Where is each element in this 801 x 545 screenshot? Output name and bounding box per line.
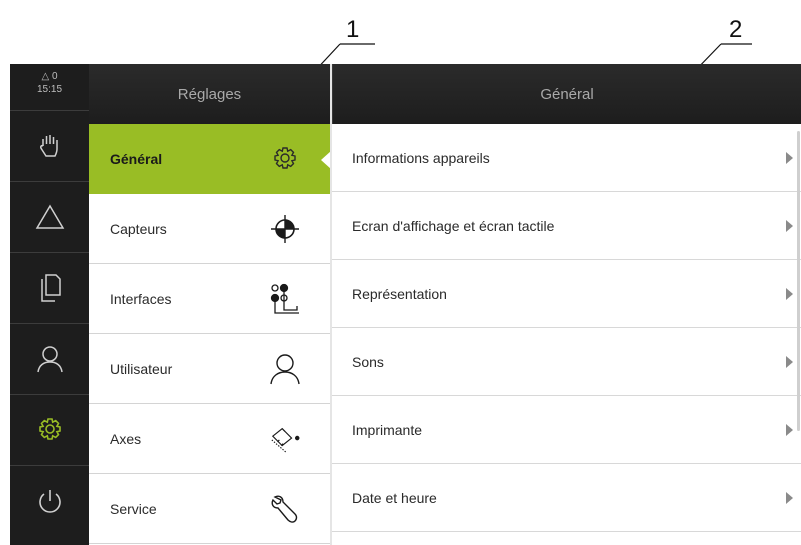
menu-item-label: Informations appareils (352, 149, 490, 166)
general-settings-column: Général Informations appareils Ecran d'a… (332, 64, 801, 545)
category-label: Capteurs (110, 220, 167, 237)
menu-item-representation[interactable]: Représentation (332, 260, 801, 328)
menu-item-label: Date et heure (352, 489, 437, 506)
menu-item-ecran-affichage[interactable]: Ecran d'affichage et écran tactile (332, 192, 801, 260)
document-icon (40, 274, 61, 302)
chevron-right-icon (786, 491, 793, 504)
hand-icon (39, 135, 58, 157)
status-area: △ 0 15:15 (10, 64, 89, 111)
menu-item-informations-appareils[interactable]: Informations appareils (332, 124, 801, 192)
category-label: Service (110, 500, 157, 517)
category-axes[interactable]: Axes (89, 404, 330, 474)
category-label: Interfaces (110, 290, 172, 307)
rail-manual-mode-button[interactable] (10, 111, 89, 182)
category-general[interactable]: Général (89, 124, 331, 194)
category-utilisateur[interactable]: Utilisateur (89, 334, 330, 404)
category-label: Utilisateur (110, 360, 173, 377)
power-icon (38, 489, 61, 513)
category-interfaces[interactable]: Interfaces (89, 264, 330, 334)
settings-category-column: Réglages Général Capteurs Interfaces Uti… (89, 64, 331, 545)
menu-item-sons[interactable]: Sons (332, 328, 801, 396)
user-icon (36, 346, 63, 373)
triangle-icon (35, 204, 64, 229)
chevron-right-icon (786, 151, 793, 164)
rail-power-button[interactable] (10, 466, 89, 537)
category-label: Général (110, 150, 163, 167)
callout-number-2: 2 (729, 16, 743, 43)
menu-item-label: Imprimante (352, 421, 423, 438)
scrollbar[interactable] (797, 131, 800, 431)
axes-encoder-icon (269, 423, 301, 455)
category-label: Axes (110, 430, 142, 447)
callout-number-1: 1 (346, 16, 360, 43)
category-capteurs[interactable]: Capteurs (89, 194, 330, 264)
chevron-right-icon (786, 423, 793, 436)
alert-count: 0 (51, 71, 58, 82)
category-service[interactable]: Service (89, 474, 330, 544)
rail-user-button[interactable] (10, 324, 89, 395)
warning-triangle-icon: △ (41, 71, 50, 82)
menu-item-imprimante[interactable]: Imprimante (332, 396, 801, 464)
menu-item-label: Sons (352, 353, 384, 370)
interfaces-icon (269, 283, 301, 315)
rail-settings-button[interactable] (10, 395, 89, 466)
crosshair-target-icon (269, 213, 301, 245)
gear-icon (38, 418, 61, 440)
chevron-right-icon (786, 219, 793, 232)
column-header-reglages: Réglages (89, 64, 330, 124)
user-icon (269, 353, 301, 385)
clock: 15:15 (36, 84, 63, 95)
alert-indicator[interactable]: △ 0 (10, 70, 89, 83)
chevron-right-icon (786, 355, 793, 368)
menu-item-label: Représentation (352, 285, 447, 302)
rail-files-button[interactable] (10, 253, 89, 324)
menu-item-date-heure[interactable]: Date et heure (332, 464, 801, 532)
gear-icon (269, 143, 301, 175)
wrench-icon (269, 493, 301, 525)
rail-measure-button[interactable] (10, 182, 89, 253)
menu-item-label: Ecran d'affichage et écran tactile (352, 217, 555, 234)
main-menu-rail: △ 0 15:15 (10, 64, 89, 545)
chevron-right-icon (786, 287, 793, 300)
column-header-general: Général (332, 64, 801, 124)
